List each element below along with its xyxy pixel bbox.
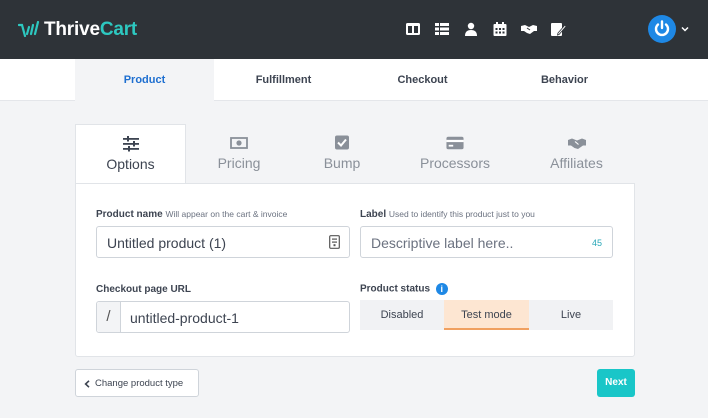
thrivecart-logo[interactable]: ThriveCart (18, 19, 137, 41)
checkout-url-value: untitled-product-1 (130, 310, 239, 326)
product-name-input[interactable]: Untitled product (1) (96, 226, 350, 258)
chevron-left-icon (84, 380, 90, 388)
subtab-affiliates[interactable]: Affiliates (518, 124, 635, 183)
subtab-label: Affiliates (550, 155, 603, 171)
brand-name-part1: Thrive (44, 19, 100, 40)
subtab-pricing[interactable]: Pricing (186, 124, 292, 183)
list-icon[interactable] (434, 21, 450, 37)
product-name-label: Product name Will appear on the cart & i… (96, 209, 287, 220)
info-icon[interactable]: i (435, 283, 448, 295)
checkout-url-label-text: Checkout page URL (96, 284, 192, 295)
next-button[interactable]: Next (597, 369, 635, 397)
subtab-options[interactable]: Options (75, 124, 186, 184)
power-icon (654, 20, 670, 37)
product-status-label-text: Product status (360, 283, 431, 295)
brand-name: ThriveCart (44, 19, 137, 41)
layout-icon[interactable] (405, 21, 421, 37)
subtab-label: Processors (419, 155, 491, 171)
chevron-down-icon[interactable] (681, 25, 689, 33)
top-bar: ThriveCart (0, 0, 708, 59)
subtab-processors[interactable]: Processors (392, 124, 518, 183)
label-field-hint: Used to identify this product just to yo… (388, 209, 535, 219)
status-option-test-mode[interactable]: Test mode (444, 300, 529, 330)
change-product-type-button[interactable]: Change product type (75, 369, 199, 397)
checkout-url-input[interactable]: / untitled-product-1 (96, 301, 350, 333)
handshake-icon[interactable] (521, 21, 537, 37)
product-name-hint: Will appear on the cart & invoice (165, 209, 288, 219)
handshake-icon (567, 138, 586, 149)
edit-icon[interactable] (550, 21, 566, 37)
url-prefix: / (97, 302, 121, 332)
checkout-url-label: Checkout page URL (96, 284, 191, 295)
calendar-icon[interactable] (492, 21, 508, 37)
cart-logo-icon (18, 21, 40, 38)
account-avatar[interactable] (648, 15, 676, 43)
subtab-label: Options (106, 156, 155, 172)
tab-behavior[interactable]: Behavior (492, 59, 637, 101)
product-subtabs: Options Pricing Bump Processors Affiliat… (75, 124, 635, 184)
subtab-label: Pricing (217, 155, 261, 171)
money-icon (230, 137, 248, 149)
tab-checkout[interactable]: Checkout (353, 59, 492, 101)
main-tabs: Product Fulfillment Checkout Behavior (0, 59, 708, 101)
checkbox-icon (335, 135, 349, 150)
label-input[interactable]: Descriptive label here.. 45 (360, 226, 613, 258)
tab-fulfillment[interactable]: Fulfillment (214, 59, 353, 101)
sliders-icon (122, 136, 139, 152)
status-option-live[interactable]: Live (529, 300, 613, 330)
status-option-disabled[interactable]: Disabled (360, 300, 444, 330)
credit-card-icon (446, 136, 464, 150)
product-status-label: Product status i (360, 283, 448, 295)
brand-name-part2: Cart (99, 19, 138, 40)
tab-product[interactable]: Product (75, 59, 214, 101)
top-nav-icons (405, 21, 579, 37)
label-field-label-text: Label (360, 209, 387, 220)
document-icon[interactable] (329, 235, 340, 249)
product-status-toggle: Disabled Test mode Live (360, 300, 613, 330)
subtab-bump[interactable]: Bump (292, 124, 392, 183)
product-name-label-text: Product name (96, 209, 163, 220)
user-icon[interactable] (463, 21, 479, 37)
label-field-label: Label Used to identify this product just… (360, 209, 535, 220)
label-char-counter: 45 (591, 238, 602, 248)
change-product-type-label: Change product type (95, 378, 184, 389)
subtab-label: Bump (323, 155, 361, 171)
label-placeholder: Descriptive label here.. (371, 235, 514, 251)
product-name-value: Untitled product (1) (107, 235, 227, 251)
